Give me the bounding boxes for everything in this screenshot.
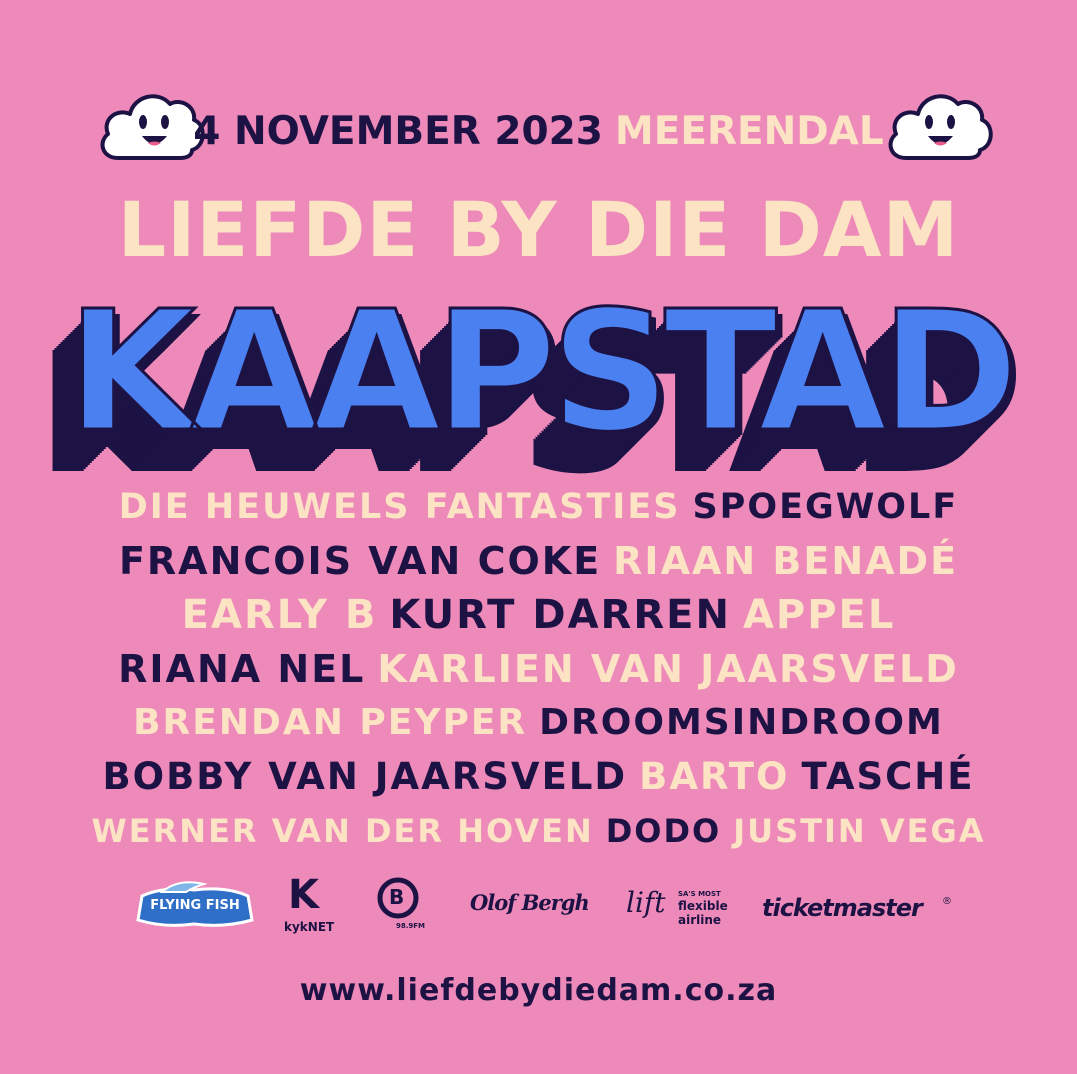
artist-name: KARLIEN VAN JAARSVELD xyxy=(377,647,959,691)
lineup-row: EARLY B KURT DARREN APPEL xyxy=(80,588,997,642)
lift-tagline-3: airline xyxy=(678,913,722,927)
event-venue: MEERENDAL xyxy=(614,109,884,154)
lift-wordmark: lift xyxy=(626,886,666,919)
artist-name: RIANA NEL xyxy=(118,647,366,691)
artist-name: TASCHÉ xyxy=(801,755,975,798)
artist-name: WERNER VAN DER HOVEN xyxy=(91,812,594,850)
radio-frequency: 98.9FM xyxy=(396,922,426,930)
website-url: www.liefdebydiedam.co.za xyxy=(299,973,778,1008)
artist-name: RIAAN BENADÉ xyxy=(613,539,959,583)
artist-name: JUSTIN VEGA xyxy=(733,812,986,850)
lineup-row: WERNER VAN DER HOVEN DODO JUSTIN VEGA xyxy=(80,804,997,858)
lineup-row: DIE HEUWELS FANTASTIES SPOEGWOLF xyxy=(80,480,997,534)
artist-name: DIE HEUWELS FANTASTIES xyxy=(118,487,681,527)
flying-fish-label: FLYING FISH xyxy=(150,898,240,913)
ticketmaster-label: ticketmaster xyxy=(762,894,923,922)
artist-name: EARLY B xyxy=(181,592,378,638)
artist-name: APPEL xyxy=(742,592,896,638)
festival-poster: 4 NOVEMBER 2023 MEERENDAL LIEFDE BY DIE D… xyxy=(0,0,1077,1074)
city-heading: KAAPSTAD KAAPSTAD xyxy=(60,276,1025,478)
festival-title: LIEFDE BY DIE DAM xyxy=(117,185,960,274)
smiling-cloud-icon xyxy=(888,94,993,160)
radio-logo: B 98.9FM xyxy=(374,872,434,944)
event-date: 4 NOVEMBER 2023 xyxy=(193,109,603,154)
flying-fish-logo: FLYING FISH xyxy=(134,878,256,934)
artist-name: BRENDAN PEYPER xyxy=(133,702,528,743)
artist-name: DROOMSINDROOM xyxy=(539,702,944,743)
city-heading-text: KAAPSTAD xyxy=(66,276,1020,469)
artist-name: FRANCOIS VAN COKE xyxy=(118,539,602,583)
artist-name: KURT DARREN xyxy=(389,592,731,638)
kyknet-label: kykNET xyxy=(284,920,335,934)
lineup-row: BRENDAN PEYPER DROOMSINDROOM xyxy=(80,696,997,750)
sponsor-logos: FLYING FISH K kykNET B 98.9FM Olof Bergh… xyxy=(130,872,960,944)
artist-name: BARTO xyxy=(639,755,790,798)
radio-letter: B xyxy=(389,885,405,909)
lift-tagline-1: SA'S MOST xyxy=(678,890,721,898)
kyknet-letter: K xyxy=(288,872,319,918)
lineup-row: FRANCOIS VAN COKE RIAAN BENADÉ xyxy=(80,534,997,588)
olof-bergh-label: Olof Bergh xyxy=(470,890,590,915)
lift-logo: lift SA'S MOST flexible airline xyxy=(626,872,742,944)
artist-name: DODO xyxy=(605,812,722,850)
kyknet-logo: K kykNET xyxy=(282,872,342,944)
olof-bergh-logo: Olof Bergh xyxy=(470,872,600,944)
artist-name: SPOEGWOLF xyxy=(692,487,959,527)
lineup-row: BOBBY VAN JAARSVELD BARTO TASCHÉ xyxy=(80,750,997,804)
artist-lineup: DIE HEUWELS FANTASTIES SPOEGWOLF FRANCOIS… xyxy=(80,480,997,858)
ticketmaster-logo: ticketmaster ® xyxy=(762,872,952,944)
artist-name: BOBBY VAN JAARSVELD xyxy=(102,755,628,798)
ticketmaster-registered-mark: ® xyxy=(942,896,952,907)
lineup-row: RIANA NEL KARLIEN VAN JAARSVELD xyxy=(80,642,997,696)
lift-tagline-2: flexible xyxy=(678,899,728,913)
